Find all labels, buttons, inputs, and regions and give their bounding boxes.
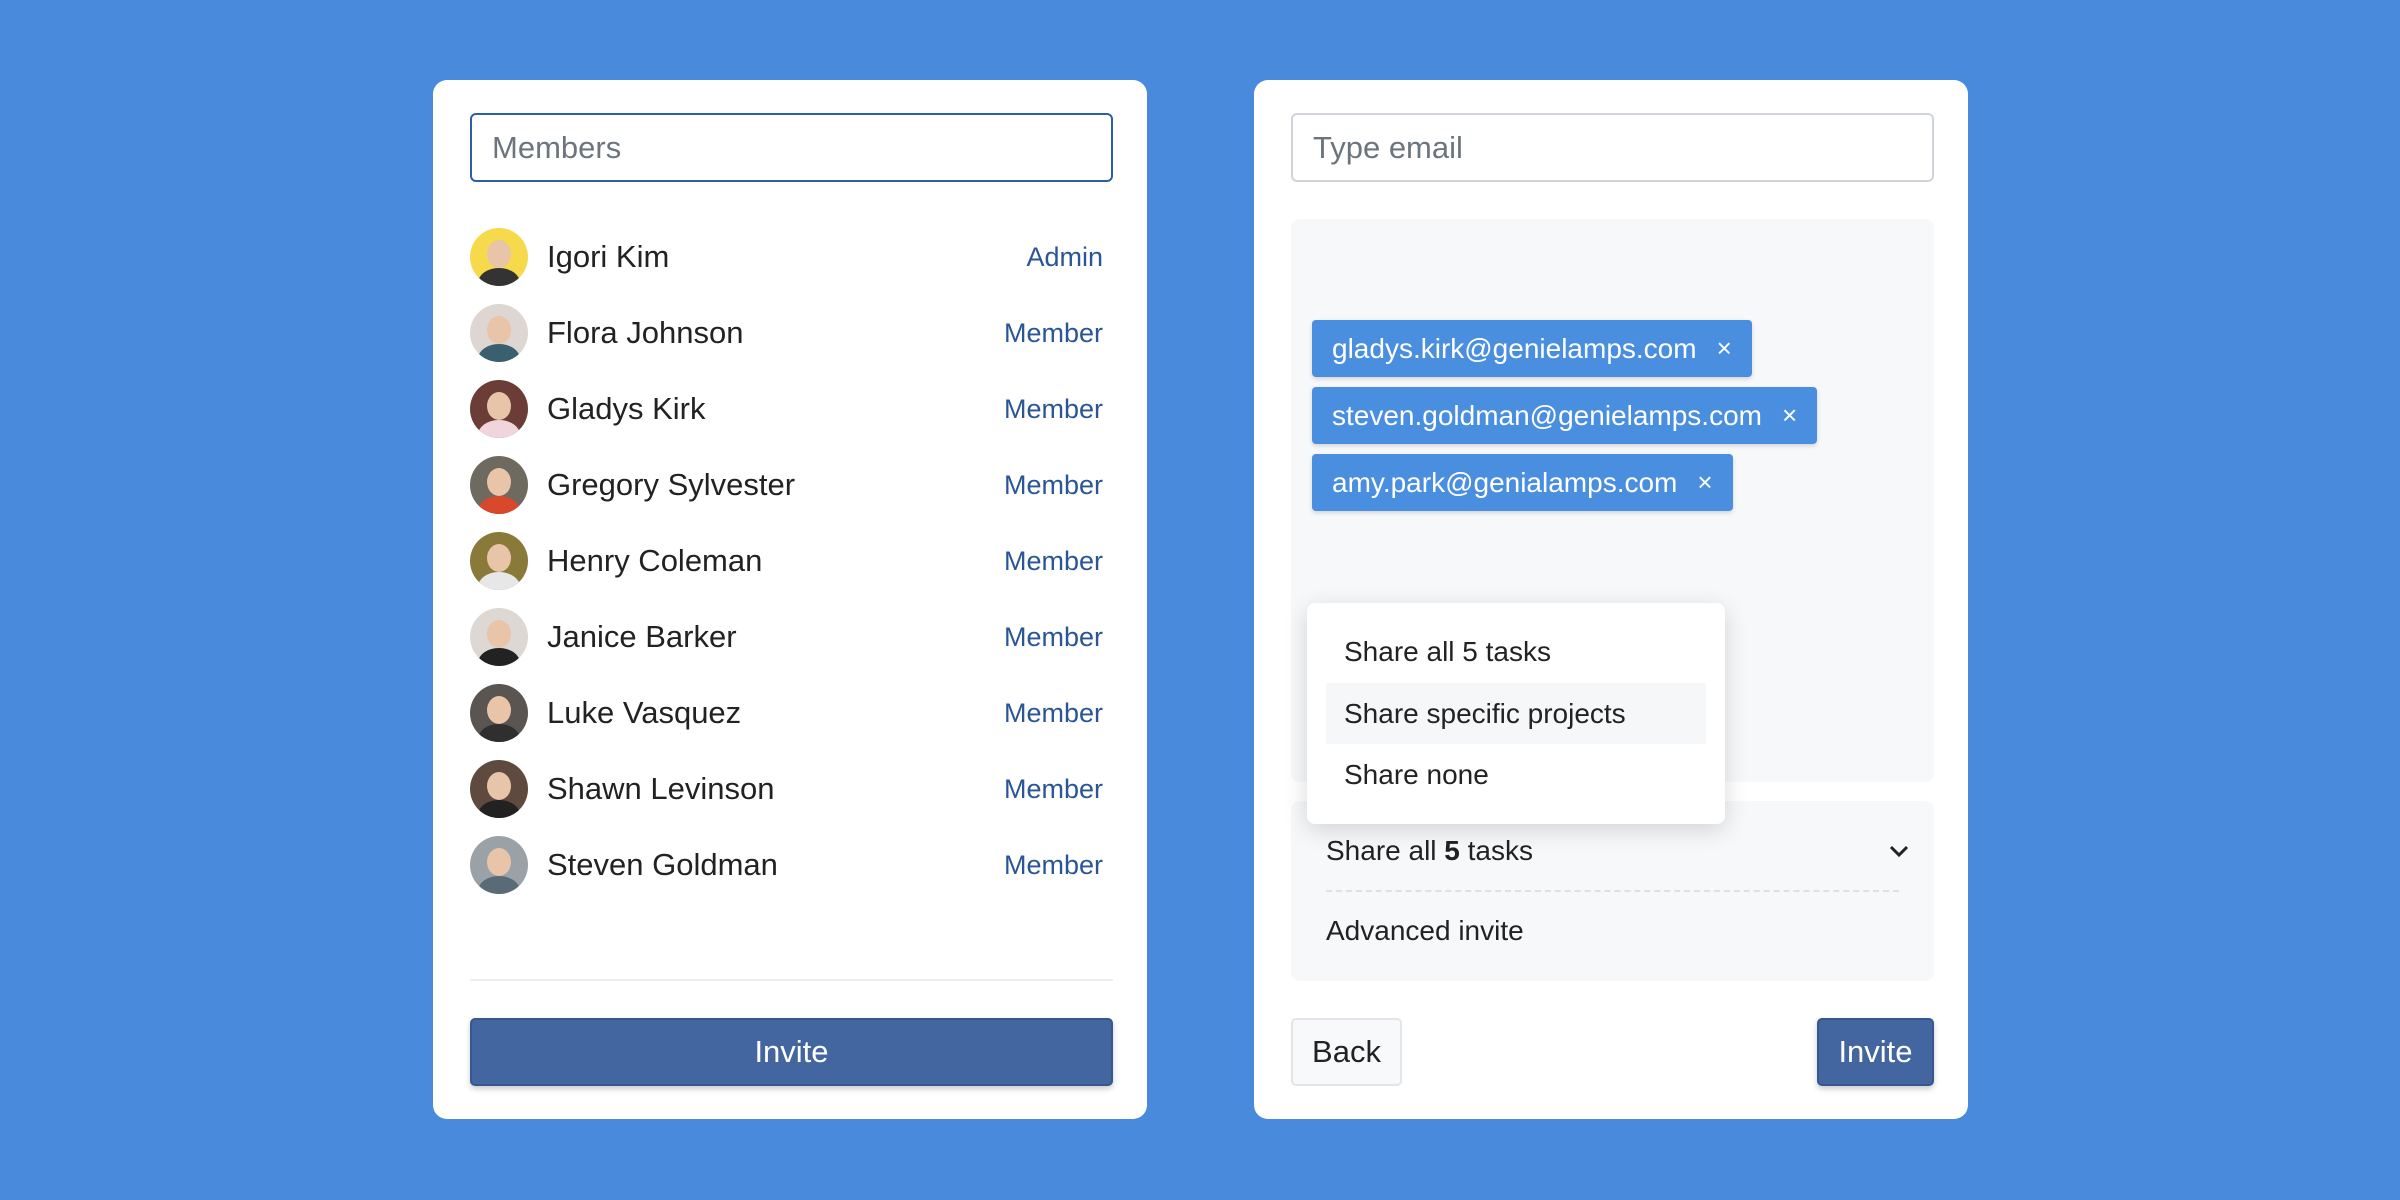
member-row[interactable]: Steven Goldman Member <box>470 835 1113 895</box>
avatar <box>470 532 528 590</box>
member-role-link[interactable]: Member <box>1004 470 1103 501</box>
share-select-count: 5 <box>1444 835 1460 866</box>
member-role-link[interactable]: Admin <box>1026 242 1103 273</box>
email-tag: steven.goldman@genielamps.com × <box>1312 387 1818 444</box>
chevron-down-icon <box>1889 845 1909 858</box>
member-name: Steven Goldman <box>547 847 778 882</box>
member-row[interactable]: Gladys Kirk Member <box>470 379 1113 439</box>
members-card: Members Igori Kim Admin Flora Johnson Me… <box>433 80 1147 1119</box>
member-row[interactable]: Luke Vasquez Member <box>470 683 1113 743</box>
share-select-suffix: tasks <box>1459 835 1534 866</box>
member-role-link[interactable]: Member <box>1004 546 1103 577</box>
member-row[interactable]: Henry Coleman Member <box>470 531 1113 591</box>
email-tag-label: amy.park@genialamps.com <box>1332 466 1678 498</box>
divider <box>470 979 1113 981</box>
member-row[interactable]: Janice Barker Member <box>470 607 1113 667</box>
avatar <box>470 836 528 894</box>
email-tag-label: steven.goldman@genielamps.com <box>1332 399 1762 431</box>
dropdown-option-highlighted[interactable]: Share specific projects <box>1326 683 1706 744</box>
share-dropdown-menu: Share all 5 tasks Share specific project… <box>1307 603 1725 824</box>
email-tag: amy.park@genialamps.com × <box>1312 454 1733 511</box>
member-name: Igori Kim <box>547 239 670 274</box>
member-name: Henry Coleman <box>547 543 763 578</box>
back-button[interactable]: Back <box>1291 1018 1402 1086</box>
member-name: Flora Johnson <box>547 315 744 350</box>
member-row[interactable]: Gregory Sylvester Member <box>470 455 1113 515</box>
dropdown-option[interactable]: Share none <box>1326 744 1706 805</box>
member-row[interactable]: Shawn Levinson Member <box>470 759 1113 819</box>
dashed-divider <box>1326 890 1899 892</box>
avatar <box>470 228 528 286</box>
member-row[interactable]: Flora Johnson Member <box>470 303 1113 363</box>
member-name: Gregory Sylvester <box>547 467 796 502</box>
share-options-panel: Share all 5 tasks Advanced invite <box>1291 801 1934 981</box>
dropdown-option[interactable]: Share all 5 tasks <box>1326 621 1706 682</box>
close-icon[interactable]: × <box>1782 400 1797 431</box>
member-name: Janice Barker <box>547 619 737 654</box>
invite-button[interactable]: Invite <box>1817 1018 1934 1086</box>
close-icon[interactable]: × <box>1697 467 1712 498</box>
avatar <box>470 608 528 666</box>
share-select-prefix: Share all <box>1326 835 1445 866</box>
email-input[interactable]: Type email <box>1291 113 1934 182</box>
member-role-link[interactable]: Member <box>1004 698 1103 729</box>
advanced-invite-link[interactable]: Advanced invite <box>1326 911 1524 951</box>
invite-card: Type email gladys.kirk@genielamps.com × s… <box>1254 80 1968 1119</box>
member-name: Shawn Levinson <box>547 771 775 806</box>
member-row[interactable]: Igori Kim Admin <box>470 227 1113 287</box>
email-tag-label: gladys.kirk@genielamps.com <box>1332 332 1697 364</box>
close-icon[interactable]: × <box>1717 333 1732 364</box>
email-tag: gladys.kirk@genielamps.com × <box>1312 320 1752 377</box>
avatar <box>470 760 528 818</box>
members-search-input[interactable]: Members <box>470 113 1113 182</box>
share-select[interactable]: Share all 5 tasks <box>1326 831 1909 871</box>
avatar <box>470 380 528 438</box>
member-name: Gladys Kirk <box>547 391 706 426</box>
member-role-link[interactable]: Member <box>1004 318 1103 349</box>
member-role-link[interactable]: Member <box>1004 774 1103 805</box>
member-role-link[interactable]: Member <box>1004 850 1103 881</box>
member-role-link[interactable]: Member <box>1004 394 1103 425</box>
avatar <box>470 304 528 362</box>
member-name: Luke Vasquez <box>547 695 742 730</box>
avatar <box>470 684 528 742</box>
invite-button[interactable]: Invite <box>470 1018 1113 1086</box>
member-role-link[interactable]: Member <box>1004 622 1103 653</box>
avatar <box>470 456 528 514</box>
